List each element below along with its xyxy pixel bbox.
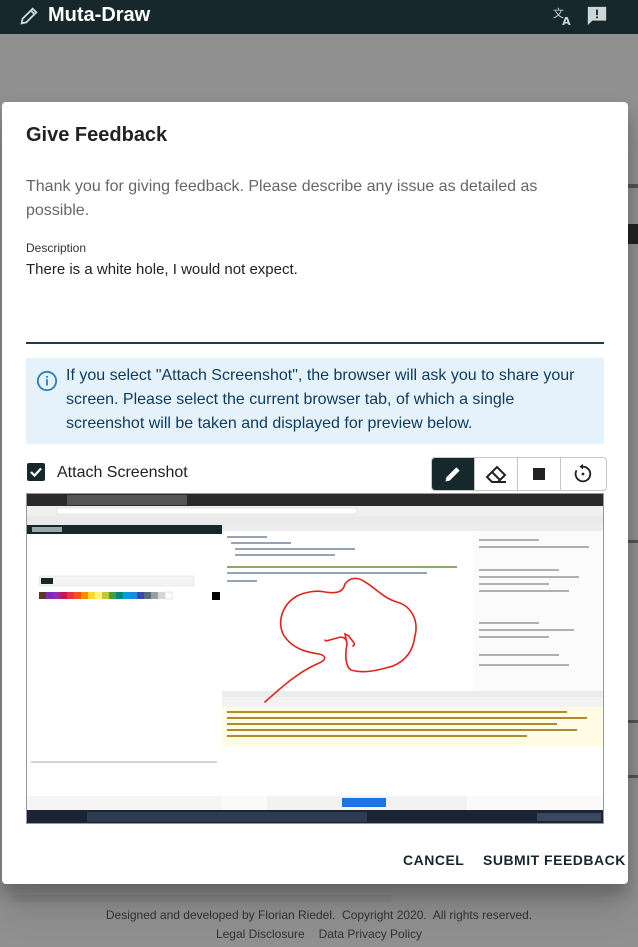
info-icon [36,370,58,392]
pen-icon [445,467,460,482]
privacy-policy-link[interactable]: Data Privacy Policy [319,927,422,941]
dialog-intro: Thank you for giving feedback. Please de… [26,178,538,219]
drawing-toolbar [431,457,607,491]
submit-feedback-button[interactable]: SUBMIT FEEDBACK [483,852,626,868]
dialog-title: Give Feedback [26,124,168,146]
stop-icon [533,468,545,480]
eraser-tool-button[interactable] [475,458,518,490]
app-bar: Muta-Draw 文A [0,0,638,34]
feedback-dialog: Give Feedback Thank you for giving feedb… [2,102,628,884]
pen-tool-button[interactable] [432,458,475,490]
horizontal-scrollbar[interactable] [8,894,630,902]
alert-message: If you select "Attach Screenshot", the b… [66,367,575,432]
description-label: Description [26,241,87,255]
description-field[interactable]: There is a white hole, I would not expec… [26,261,298,278]
footer-credits: Designed and developed by Florian Riedel… [105,908,533,922]
svg-text:A: A [562,15,571,27]
app-brand[interactable]: Muta-Draw [18,4,150,27]
translate-icon[interactable]: 文A [551,4,575,28]
reset-icon [574,463,591,483]
legal-disclosure-link[interactable]: Legal Disclosure [216,927,305,941]
pencil-icon [20,6,38,25]
background-edge [628,540,638,543]
reset-tool-button[interactable] [561,458,604,490]
feedback-icon[interactable] [585,4,609,28]
screenshot-preview[interactable] [26,493,604,824]
scrollbar-thumb[interactable] [12,895,392,902]
app-title: Muta-Draw [48,4,151,26]
attach-screenshot-checkbox[interactable] [26,462,46,482]
cancel-button[interactable]: CANCEL [403,852,464,868]
background-edge [628,775,638,778]
background-edge [628,184,638,188]
background-edge [628,720,638,723]
stop-tool-button[interactable] [518,458,561,490]
eraser-icon [485,465,507,483]
info-alert: If you select "Attach Screenshot", the b… [26,358,604,444]
attach-screenshot-label[interactable]: Attach Screenshot [57,464,188,482]
description-underline [26,342,604,344]
background-edge [628,224,638,244]
